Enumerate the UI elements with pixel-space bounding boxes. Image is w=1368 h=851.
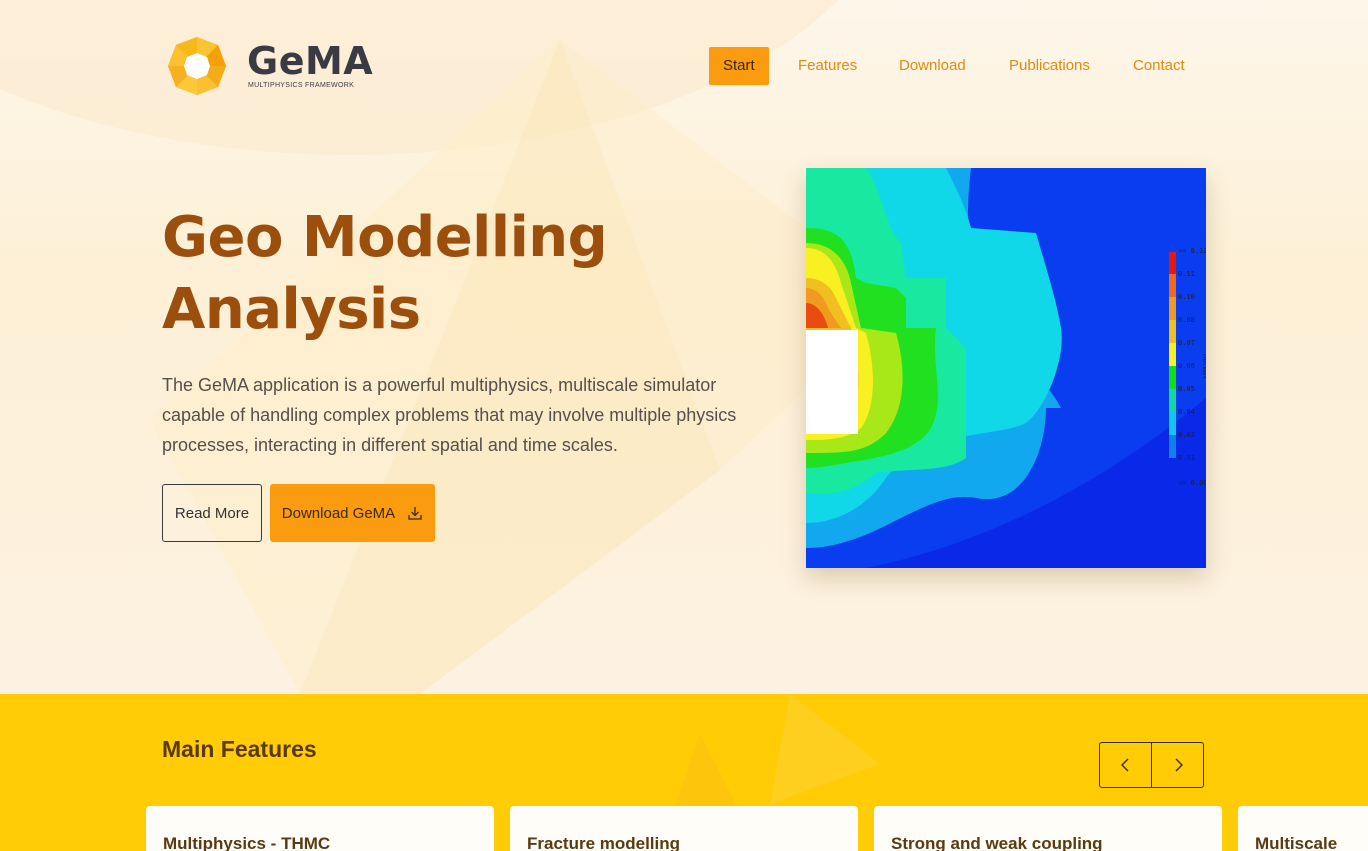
hero-description: The GeMA application is a powerful multi…: [162, 375, 737, 455]
logo-name: GeMA: [247, 39, 374, 83]
legend-label: 0.02: [1178, 431, 1195, 439]
logo-icon: [168, 37, 226, 95]
nav-contact[interactable]: Contact: [1133, 47, 1185, 85]
carousel-next-button[interactable]: [1151, 743, 1203, 787]
feature-card-multiscale[interactable]: Multiscale: [1238, 806, 1368, 851]
nav-publications[interactable]: Publications: [1009, 47, 1090, 85]
hero-title-line2: Analysis: [162, 277, 421, 342]
feature-card-title: Multiphysics - THMC: [163, 834, 331, 851]
main-features-title: Main Features: [162, 736, 317, 762]
legend-label: 0.01: [1178, 454, 1195, 462]
nav-download[interactable]: Download: [899, 47, 966, 85]
legend-label: <= 0.00: [1178, 479, 1206, 487]
feature-card-title: Fracture modelling: [527, 834, 681, 851]
hero-title: Geo Modelling Analysis: [162, 202, 722, 346]
legend-label: 0.10: [1178, 293, 1195, 301]
nav-start[interactable]: Start: [709, 47, 769, 85]
hero-section: GeMA MULTIPHYSICS FRAMEWORK Start Featur…: [0, 0, 1368, 694]
legend-label: 0.08: [1178, 316, 1195, 324]
feature-card-title: Multiscale: [1255, 834, 1338, 851]
read-more-label: Read More: [174, 504, 250, 522]
legend-label: 0.11: [1178, 270, 1195, 278]
nav-features[interactable]: Features: [798, 47, 857, 85]
main-features-section: Main Features Multiphysics - THMC Fractu…: [0, 694, 1368, 851]
download-label: Download GeMA: [281, 504, 396, 522]
chevron-right-icon: [1175, 758, 1183, 772]
download-gema-button[interactable]: Download GeMA: [270, 484, 435, 542]
feature-card-multiphysics[interactable]: Multiphysics - THMC: [146, 806, 494, 851]
legend-label: 0.07: [1178, 339, 1195, 347]
contour-plot-image: >= 0.12 0.11 0.10 0.08 0.07 0.06 0.05 0.…: [806, 168, 1206, 568]
chevron-left-icon: [1120, 758, 1128, 772]
download-icon: [408, 507, 422, 520]
gema-logo[interactable]: GeMA MULTIPHYSICS FRAMEWORK: [166, 35, 373, 97]
legend-label: >= 0.12: [1178, 247, 1206, 255]
feature-card-coupling[interactable]: Strong and weak coupling: [874, 806, 1222, 851]
hero-title-line1: Geo Modelling: [162, 205, 608, 270]
legend-axis-title: normal: [1201, 354, 1206, 379]
logo-tagline: MULTIPHYSICS FRAMEWORK: [248, 82, 355, 89]
carousel-prev-button[interactable]: [1100, 743, 1151, 787]
read-more-button[interactable]: Read More: [162, 484, 262, 542]
legend-label: 0.04: [1178, 408, 1195, 416]
feature-card-fracture[interactable]: Fracture modelling: [510, 806, 858, 851]
legend-label: 0.05: [1178, 385, 1195, 393]
carousel-controls: [1099, 742, 1204, 788]
legend-label: 0.06: [1178, 362, 1195, 370]
simulation-contour-plot: >= 0.12 0.11 0.10 0.08 0.07 0.06 0.05 0.…: [806, 168, 1206, 568]
feature-card-title: Strong and weak coupling: [891, 834, 1103, 851]
